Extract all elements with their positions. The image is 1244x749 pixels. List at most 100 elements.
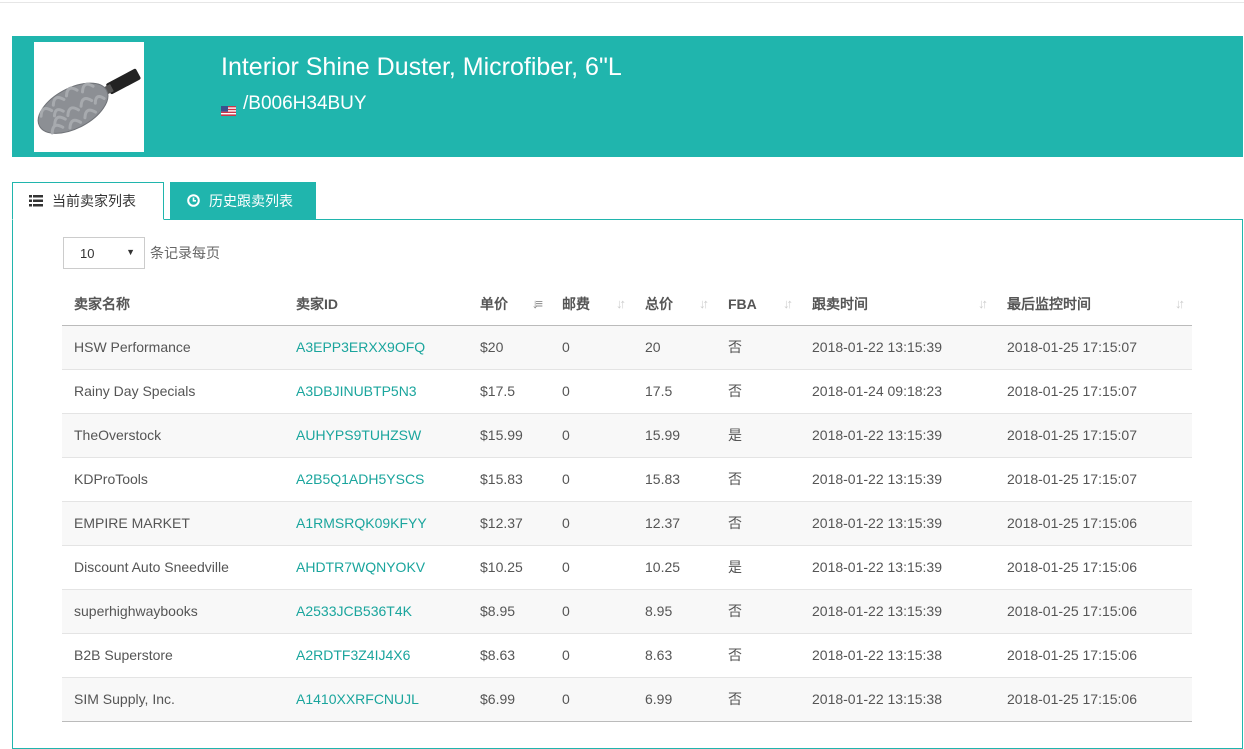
seller-id-link[interactable]: A2533JCB536T4K (296, 603, 412, 619)
col-header-shipping[interactable]: 邮费 ↓↑ (550, 283, 633, 326)
cell-seller-name: B2B Superstore (62, 633, 284, 678)
cell-follow-time: 2018-01-22 13:15:39 (800, 457, 995, 502)
cell-total: 15.99 (633, 413, 716, 458)
cell-price: $8.63 (468, 633, 550, 678)
cell-follow-time: 2018-01-22 13:15:38 (800, 633, 995, 678)
cell-follow-time: 2018-01-22 13:15:39 (800, 413, 995, 458)
cell-price: $12.37 (468, 501, 550, 546)
sort-icon: ↓↑ (699, 296, 709, 311)
cell-seller-name: SIM Supply, Inc. (62, 677, 284, 722)
cell-fba: 否 (716, 633, 800, 678)
seller-id-link[interactable]: AUHYPS9TUHZSW (296, 427, 421, 443)
product-title: Interior Shine Duster, Microfiber, 6"L (221, 53, 622, 81)
sort-icon: ↓↑ (1175, 296, 1185, 311)
seller-id-link[interactable]: AHDTR7WQNYOKV (296, 559, 425, 575)
seller-id-link[interactable]: A1RMSRQK09KFYY (296, 515, 427, 531)
tab-label: 历史跟卖列表 (209, 192, 293, 209)
col-header-follow-time[interactable]: 跟卖时间 ↓↑ (800, 283, 995, 326)
cell-shipping: 0 (550, 677, 633, 722)
seller-id-link[interactable]: A3DBJINUBTP5N3 (296, 383, 417, 399)
page-length-value: 10 (80, 245, 95, 261)
cell-seller-id: AHDTR7WQNYOKV (284, 545, 468, 590)
seller-id-link[interactable]: A3EPP3ERXX9OFQ (296, 339, 425, 355)
sellers-table: 卖家名称 卖家ID 单价 ↓≡ 邮费 ↓↑ 总价 ↓↑ FBA ↓↑ 跟卖时间 ↓↑ 最后… (62, 283, 1192, 722)
cell-price: $20 (468, 325, 550, 370)
cell-shipping: 0 (550, 325, 633, 370)
product-asin: /B006H34BUY (243, 93, 367, 114)
cell-follow-time: 2018-01-22 13:15:39 (800, 545, 995, 590)
sort-icon: ↓↑ (616, 296, 626, 311)
cell-price: $6.99 (468, 677, 550, 722)
cell-total: 10.25 (633, 545, 716, 590)
clock-icon (187, 194, 200, 207)
cell-fba: 是 (716, 413, 800, 458)
cell-fba: 否 (716, 325, 800, 370)
page-length-label: 条记录每页 (150, 245, 220, 261)
cell-fba: 否 (716, 501, 800, 546)
cell-price: $10.25 (468, 545, 550, 590)
product-header: Interior Shine Duster, Microfiber, 6"L /… (12, 36, 1243, 157)
col-header-last-monitor-time[interactable]: 最后监控时间 ↓↑ (995, 283, 1192, 326)
sort-desc-icon: ↓≡ (531, 296, 543, 311)
cell-seller-name: KDProTools (62, 457, 284, 502)
table-row: superhighwaybooks A2533JCB536T4K $8.95 0 8.9… (62, 589, 1192, 634)
cell-seller-name: superhighwaybooks (62, 589, 284, 634)
cell-seller-id: A3DBJINUBTP5N3 (284, 369, 468, 414)
list-icon (29, 195, 43, 207)
seller-id-link[interactable]: A2RDTF3Z4IJ4X6 (296, 647, 410, 663)
cell-shipping: 0 (550, 457, 633, 502)
table-row: Rainy Day Specials A3DBJINUBTP5N3 $17.5 0 17… (62, 369, 1192, 414)
product-asin-line: /B006H34BUY (221, 92, 367, 116)
page-length-select[interactable]: 10 ▼ (63, 237, 145, 269)
cell-last-monitor-time: 2018-01-25 17:15:06 (995, 589, 1192, 634)
col-header-total[interactable]: 总价 ↓↑ (633, 283, 716, 326)
cell-seller-name: HSW Performance (62, 325, 284, 370)
cell-shipping: 0 (550, 633, 633, 678)
cell-fba: 否 (716, 457, 800, 502)
tab-current-sellers[interactable]: 当前卖家列表 (12, 182, 164, 220)
cell-shipping: 0 (550, 545, 633, 590)
sort-icon: ↓↑ (978, 296, 988, 311)
cell-shipping: 0 (550, 369, 633, 414)
table-header-row: 卖家名称 卖家ID 单价 ↓≡ 邮费 ↓↑ 总价 ↓↑ FBA ↓↑ 跟卖时间 ↓↑ 最后… (62, 283, 1192, 326)
seller-id-link[interactable]: A1410XXRFCNUJL (296, 691, 419, 707)
table-row: SIM Supply, Inc. A1410XXRFCNUJL $6.99 0 6.99… (62, 677, 1192, 722)
cell-last-monitor-time: 2018-01-25 17:15:07 (995, 457, 1192, 502)
cell-seller-id: A1RMSRQK09KFYY (284, 501, 468, 546)
cell-price: $8.95 (468, 589, 550, 634)
cell-last-monitor-time: 2018-01-25 17:15:07 (995, 369, 1192, 414)
cell-seller-id: A1410XXRFCNUJL (284, 677, 468, 722)
cell-last-monitor-time: 2018-01-25 17:15:07 (995, 413, 1192, 458)
cell-seller-name: TheOverstock (62, 413, 284, 458)
cell-last-monitor-time: 2018-01-25 17:15:07 (995, 325, 1192, 370)
product-image (34, 42, 144, 152)
cell-seller-id: A2533JCB536T4K (284, 589, 468, 634)
cell-total: 12.37 (633, 501, 716, 546)
cell-follow-time: 2018-01-24 09:18:23 (800, 369, 995, 414)
cell-total: 6.99 (633, 677, 716, 722)
cell-price: $15.99 (468, 413, 550, 458)
cell-seller-name: EMPIRE MARKET (62, 501, 284, 546)
tab-history-sellers[interactable]: 历史跟卖列表 (170, 182, 316, 219)
cell-seller-id: A3EPP3ERXX9OFQ (284, 325, 468, 370)
cell-price: $17.5 (468, 369, 550, 414)
col-header-seller-id[interactable]: 卖家ID (284, 283, 468, 326)
cell-shipping: 0 (550, 413, 633, 458)
cell-fba: 是 (716, 545, 800, 590)
caret-down-icon: ▼ (126, 247, 135, 257)
sellers-panel: 10 ▼ 条记录每页 卖家名称 卖家ID 单价 ↓≡ 邮费 ↓↑ 总价 ↓↑ FBA ↓… (12, 219, 1243, 749)
table-body: HSW Performance A3EPP3ERXX9OFQ $20 0 20 否 2018… (62, 325, 1192, 722)
top-divider (0, 0, 1244, 3)
cell-last-monitor-time: 2018-01-25 17:15:06 (995, 633, 1192, 678)
col-header-price[interactable]: 单价 ↓≡ (468, 283, 550, 326)
us-flag-icon (221, 99, 236, 116)
cell-last-monitor-time: 2018-01-25 17:15:06 (995, 501, 1192, 546)
table-row: TheOverstock AUHYPS9TUHZSW $15.99 0 15.99 是 20… (62, 413, 1192, 458)
table-row: Discount Auto Sneedville AHDTR7WQNYOKV $10… (62, 545, 1192, 590)
table-row: KDProTools A2B5Q1ADH5YSCS $15.83 0 15.83 否 201… (62, 457, 1192, 502)
col-header-fba[interactable]: FBA ↓↑ (716, 283, 800, 326)
tab-label: 当前卖家列表 (52, 193, 136, 209)
cell-follow-time: 2018-01-22 13:15:39 (800, 501, 995, 546)
seller-id-link[interactable]: A2B5Q1ADH5YSCS (296, 471, 424, 487)
col-header-seller-name[interactable]: 卖家名称 (62, 283, 284, 326)
